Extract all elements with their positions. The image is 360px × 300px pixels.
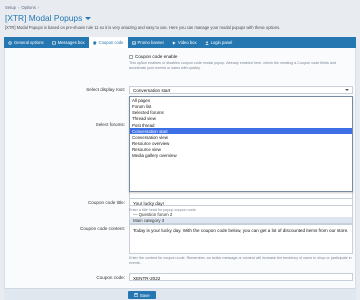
- breadcrumb-item-setup[interactable]: Setup: [5, 5, 16, 10]
- page-description: [XTR] Modal Popups is based on pre-shown…: [5, 25, 281, 30]
- tab-login-panel[interactable]: Login panel: [201, 37, 237, 48]
- save-icon: [134, 292, 139, 298]
- options-tabs: General options Messages box Coupon code…: [4, 37, 356, 48]
- chevron-down-icon[interactable]: [85, 17, 92, 20]
- coupon-content-textarea[interactable]: Today is your lucky day. With the coupon…: [129, 224, 353, 254]
- breadcrumb-separator: ›: [17, 5, 20, 10]
- tab-label: Video box: [178, 40, 197, 45]
- checkbox-box[interactable]: [129, 54, 133, 59]
- chevron-down-icon: [345, 89, 349, 91]
- message-icon: [51, 41, 56, 45]
- tab-messages-box[interactable]: Messages box: [48, 37, 89, 48]
- coupon-enable-checkbox[interactable]: Coupon code enable: [129, 54, 177, 59]
- tab-video-box[interactable]: Video box: [168, 37, 201, 48]
- breadcrumb-item-options[interactable]: Options: [21, 5, 35, 10]
- forums-label: Select forums:: [95, 122, 125, 127]
- save-button[interactable]: Save: [128, 291, 156, 299]
- image-icon: [131, 41, 136, 45]
- display-root-label: Select display root:: [86, 87, 125, 92]
- coupon-title-input[interactable]: Your lucky day!: [129, 198, 353, 206]
- page-title[interactable]: [XTR] Modal Popups: [5, 13, 92, 23]
- gear-icon: [8, 40, 12, 45]
- tab-general-options[interactable]: General options: [4, 37, 48, 48]
- save-bar: Save: [4, 288, 356, 300]
- display-root-select[interactable]: Conversation start: [129, 86, 353, 94]
- breadcrumb-separator: ›: [37, 5, 40, 10]
- breadcrumb: Setup › Options ›: [5, 5, 41, 10]
- coupon-title-explain: Enter a title head for popup coupon code…: [129, 208, 197, 212]
- coupon-enable-explain: This option enables or disables coupon c…: [129, 61, 337, 70]
- coupon-content-label: Coupon code content:: [80, 226, 125, 231]
- tab-label: Promo banner: [137, 40, 165, 45]
- list-item[interactable]: Main category 3: [130, 217, 352, 223]
- coupon-title-label: Coupon code title:: [87, 200, 125, 205]
- dropdown-option[interactable]: Media gallery overview: [130, 153, 352, 159]
- tab-promo-banner[interactable]: Promo banner: [128, 37, 169, 48]
- options-panel: Coupon code enable This option enables o…: [4, 48, 356, 300]
- coupon-code-label: Coupon code:: [96, 275, 125, 280]
- display-root-value: Conversation start: [133, 87, 171, 93]
- coupon-code-input[interactable]: XENTR-2022: [129, 273, 353, 281]
- tab-label: Login panel: [210, 40, 233, 45]
- display-root-dropdown: All pages Forum list Selected forums Thr…: [129, 96, 353, 192]
- tab-coupon-code[interactable]: Coupon code: [88, 37, 128, 48]
- video-icon: [172, 40, 176, 45]
- coupon-enable-label: Coupon code enable: [135, 54, 178, 59]
- tag-icon: [92, 40, 97, 45]
- save-label: Save: [139, 292, 150, 298]
- coupon-content-explain: Enter the content for coupon code. Remem…: [129, 256, 352, 265]
- tab-label: General options: [14, 40, 44, 45]
- user-icon: [205, 40, 209, 45]
- tab-label: Messages box: [57, 40, 85, 45]
- page-title-text: [XTR] Modal Popups: [5, 13, 83, 23]
- tab-label: Coupon code: [98, 40, 124, 45]
